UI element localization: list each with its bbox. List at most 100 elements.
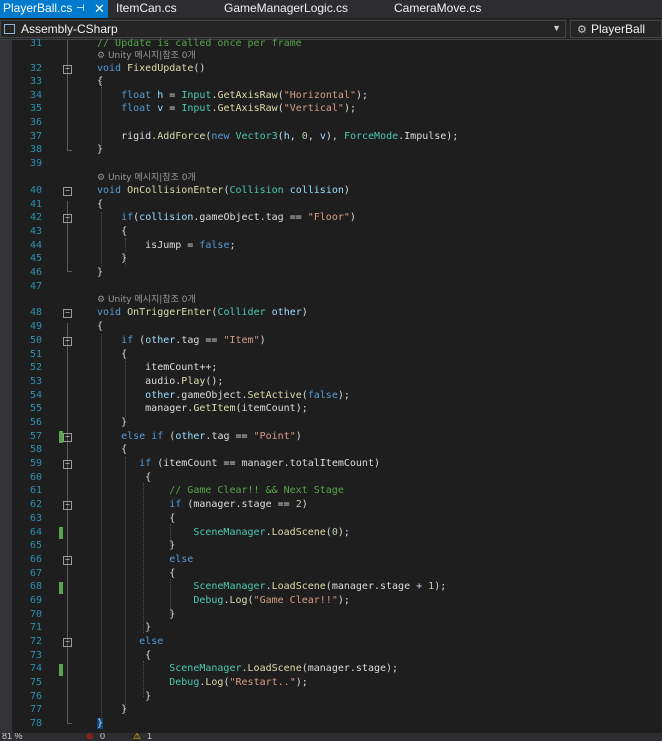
- change-marker: [59, 664, 63, 676]
- line-number: 74: [29, 663, 42, 674]
- line-number: 40: [29, 185, 42, 196]
- code-line: else: [169, 554, 194, 565]
- collapse-icon[interactable]: −: [63, 187, 72, 196]
- code-line: Debug.Log("Game Clear!!");: [193, 595, 350, 606]
- line-number: 44: [29, 240, 42, 251]
- line-number: 62: [29, 499, 42, 510]
- tab-cameramove[interactable]: CameraMove.cs: [394, 0, 481, 18]
- outline-tick: [67, 271, 72, 272]
- collapse-icon[interactable]: −: [63, 337, 72, 346]
- line-number: 49: [29, 321, 42, 332]
- line-number: 69: [29, 595, 42, 606]
- codelens[interactable]: ⚙ Unity 메시지|참조 0개: [97, 171, 196, 184]
- outline-tick: [67, 150, 72, 151]
- collapse-icon[interactable]: −: [63, 638, 72, 647]
- indicator-margin: [0, 40, 12, 733]
- line-number: 67: [29, 568, 42, 579]
- code-line: {: [97, 444, 128, 455]
- code-line: void OnTriggerEnter(Collider other): [97, 307, 308, 318]
- code-line: {: [97, 226, 128, 237]
- code-line: other.gameObject.SetActive(false);: [145, 390, 350, 401]
- collapse-icon[interactable]: −: [63, 460, 72, 469]
- code-editor[interactable]: 31 32 33 34 35 36 37 38 39 40 41 42 43 4…: [0, 38, 662, 733]
- warning-icon[interactable]: ⚠: [133, 733, 141, 741]
- collapse-icon[interactable]: −: [63, 433, 72, 442]
- codelens-text: Unity 메시지|참조 0개: [107, 173, 196, 183]
- member-dropdown[interactable]: ⚙ PlayerBall: [570, 20, 662, 38]
- code-line: itemCount++;: [97, 362, 218, 373]
- line-number: 33: [29, 76, 42, 87]
- outline-tick: [67, 723, 72, 724]
- line-number: 76: [29, 691, 42, 702]
- code-line: {: [97, 349, 128, 360]
- collapse-icon[interactable]: −: [63, 65, 72, 74]
- project-dropdown[interactable]: Assembly-CSharp ▼: [0, 20, 566, 38]
- line-number: 51: [29, 349, 42, 360]
- tab-playerball[interactable]: PlayerBall.cs ⊣ ✕: [0, 0, 108, 18]
- line-number: 35: [29, 103, 42, 114]
- member-label: PlayerBall: [591, 22, 646, 36]
- line-number: 39: [29, 158, 42, 169]
- code-line: else if (other.tag == "Point"): [121, 431, 302, 442]
- code-line: SceneManager.LoadScene(0);: [193, 527, 350, 538]
- zoom-level[interactable]: 81 %: [2, 733, 23, 741]
- tab-gamemanagerlogic[interactable]: GameManagerLogic.cs: [224, 0, 348, 18]
- line-number: 43: [29, 226, 42, 237]
- codelens[interactable]: ⚙ Unity 메시지|참조 0개: [97, 49, 196, 62]
- line-number: 41: [29, 199, 42, 210]
- pin-icon[interactable]: ⊣: [76, 0, 85, 17]
- line-number: 70: [29, 609, 42, 620]
- close-icon[interactable]: ✕: [94, 0, 105, 17]
- line-number: 60: [29, 472, 42, 483]
- line-number: 36: [29, 117, 42, 128]
- line-number: 58: [29, 444, 42, 455]
- code-line: {: [97, 568, 176, 579]
- code-line: }: [97, 622, 152, 633]
- line-number: 52: [29, 362, 42, 373]
- change-marker: [59, 431, 63, 443]
- code-line: if (other.tag == "Item"): [121, 335, 266, 346]
- error-icon[interactable]: ⊗: [86, 733, 94, 741]
- code-line: if (manager.stage == 2): [169, 499, 308, 510]
- error-count: 0: [100, 733, 106, 741]
- tab-label: GameManagerLogic.cs: [224, 1, 349, 15]
- chevron-down-icon[interactable]: ▼: [552, 23, 561, 33]
- line-number: 50: [29, 335, 42, 346]
- code-line: void FixedUpdate(): [97, 63, 206, 74]
- code-line: manager.GetItem(itemCount);: [97, 403, 308, 414]
- collapse-icon[interactable]: −: [63, 556, 72, 565]
- collapse-icon[interactable]: −: [63, 214, 72, 223]
- line-number: 68: [29, 581, 42, 592]
- codelens-text: Unity 메시지|참조 0개: [107, 51, 196, 61]
- tab-itemcan[interactable]: ItemCan.cs: [116, 0, 177, 18]
- code-line: SceneManager.LoadScene(manager.stage + 1…: [193, 581, 447, 592]
- code-line: }: [97, 417, 128, 428]
- codelens[interactable]: ⚙ Unity 메시지|참조 0개: [97, 293, 196, 306]
- code-line: void OnCollisionEnter(Collision collisio…: [97, 185, 350, 196]
- code-line: }: [97, 540, 176, 551]
- line-number: 63: [29, 513, 42, 524]
- line-number: 48: [29, 307, 42, 318]
- code-line: audio.Play();: [97, 376, 224, 387]
- outline-line: [67, 201, 68, 271]
- unity-icon: ⚙: [97, 295, 108, 305]
- line-number: 73: [29, 650, 42, 661]
- line-number: 72: [29, 636, 42, 647]
- line-number: 66: [29, 554, 42, 565]
- code-line: }: [97, 609, 176, 620]
- csharp-project-icon: [4, 24, 15, 34]
- code-line: {: [97, 321, 104, 332]
- collapse-icon[interactable]: −: [63, 309, 72, 318]
- warning-count: 1: [147, 733, 153, 741]
- code-line: // Game Clear!! && Next Stage: [169, 485, 344, 496]
- line-number: 47: [29, 281, 42, 292]
- outline-line: [67, 323, 68, 723]
- line-number: 77: [29, 704, 42, 715]
- collapse-icon[interactable]: −: [63, 501, 72, 510]
- code-line: float v = Input.GetAxisRaw("Vertical");: [121, 103, 356, 114]
- code-line: {: [97, 472, 152, 483]
- code-line: {: [97, 513, 176, 524]
- code-line: if (itemCount == manager.totalItemCount): [139, 458, 380, 469]
- line-number: 78: [29, 718, 42, 729]
- code-line: {: [97, 76, 104, 87]
